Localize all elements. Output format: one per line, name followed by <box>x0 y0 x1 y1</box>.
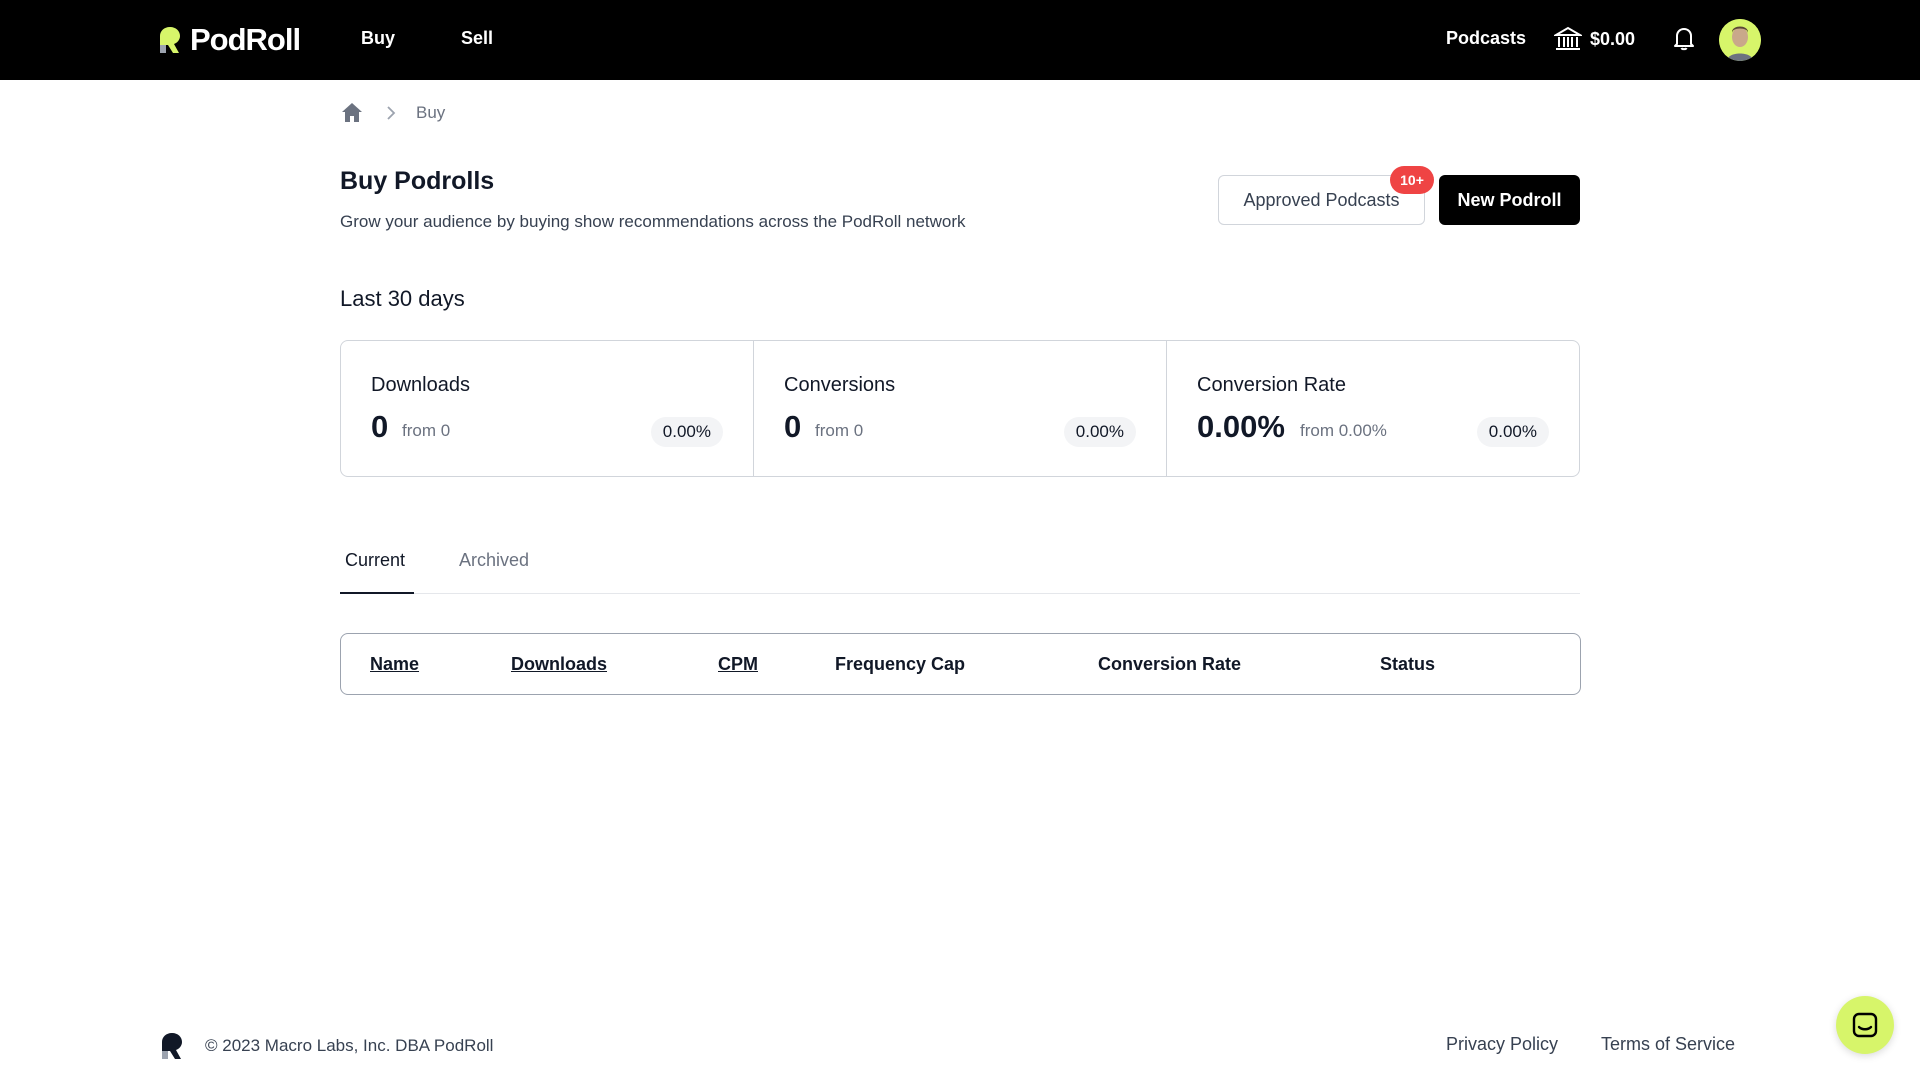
column-header-downloads[interactable]: Downloads <box>511 654 607 675</box>
new-podroll-button[interactable]: New Podroll <box>1439 175 1580 225</box>
footer-copyright: © 2023 Macro Labs, Inc. DBA PodRoll <box>205 1036 494 1055</box>
tab-bar: Current Archived <box>340 540 1580 594</box>
podroll-wordmark: PodRoll <box>190 22 301 57</box>
stat-from: from 0 <box>402 421 451 440</box>
stat-conversions: Conversions 0 from 0 0.00% <box>754 341 1167 476</box>
approved-count-badge: 10+ <box>1390 166 1434 194</box>
nav-sell[interactable]: Sell <box>461 28 493 49</box>
page-subtitle: Grow your audience by buying show recomm… <box>340 212 966 231</box>
stat-label: Downloads <box>371 374 470 396</box>
podrolls-table: Name Downloads CPM Frequency Cap Convers… <box>340 633 1581 695</box>
stat-change-badge: 0.00% <box>1476 417 1549 447</box>
stat-change-badge: 0.00% <box>1063 417 1136 447</box>
stat-conversion-rate: Conversion Rate 0.00% from 0.00% 0.00% <box>1167 341 1579 476</box>
privacy-policy-link[interactable]: Privacy Policy <box>1446 1034 1558 1055</box>
column-header-cpm[interactable]: CPM <box>718 654 758 675</box>
chat-launcher-button[interactable] <box>1836 996 1894 1054</box>
stat-change-badge: 0.00% <box>650 417 723 447</box>
podroll-logo[interactable]: PodRoll <box>158 22 301 58</box>
stat-value: 0 <box>784 409 802 444</box>
avatar-image-icon <box>1719 19 1761 61</box>
column-header-status: Status <box>1380 654 1436 674</box>
nav-podcasts[interactable]: Podcasts <box>1446 28 1526 49</box>
stat-value: 0.00% <box>1197 409 1285 444</box>
podroll-logo-icon <box>160 27 180 53</box>
wallet-balance[interactable]: $0.00 <box>1554 26 1635 52</box>
footer-logo-icon <box>162 1033 182 1059</box>
chevron-right-icon <box>387 106 396 120</box>
top-navbar: PodRoll Buy Sell Podcasts $0.00 <box>0 0 1920 80</box>
column-header-frequency-cap: Frequency Cap <box>835 654 966 674</box>
tab-current[interactable]: Current <box>345 550 405 571</box>
home-icon[interactable] <box>340 101 364 125</box>
stats-panel: Downloads 0 from 0 0.00% Conversions 0 f… <box>340 340 1580 477</box>
terms-of-service-link[interactable]: Terms of Service <box>1601 1034 1735 1055</box>
page-title: Buy Podrolls <box>340 167 495 195</box>
stat-downloads: Downloads 0 from 0 0.00% <box>341 341 754 476</box>
stat-from: from 0.00% <box>1300 421 1387 440</box>
column-header-name[interactable]: Name <box>370 654 419 675</box>
stat-from: from 0 <box>815 421 864 440</box>
period-heading: Last 30 days <box>340 286 465 311</box>
nav-buy[interactable]: Buy <box>361 28 395 49</box>
tab-archived[interactable]: Archived <box>459 550 529 571</box>
chat-icon <box>1852 1012 1878 1038</box>
active-tab-indicator <box>340 592 414 594</box>
breadcrumb-buy[interactable]: Buy <box>416 103 445 123</box>
stat-label: Conversion Rate <box>1197 374 1346 396</box>
stat-label: Conversions <box>784 374 896 396</box>
stat-value: 0 <box>371 409 389 444</box>
breadcrumb: Buy <box>340 101 445 125</box>
bank-icon <box>1554 26 1582 50</box>
balance-amount: $0.00 <box>1590 28 1636 49</box>
notification-bell-icon[interactable] <box>1672 26 1696 52</box>
column-header-conversion-rate: Conversion Rate <box>1098 654 1242 674</box>
user-avatar[interactable] <box>1719 19 1761 61</box>
